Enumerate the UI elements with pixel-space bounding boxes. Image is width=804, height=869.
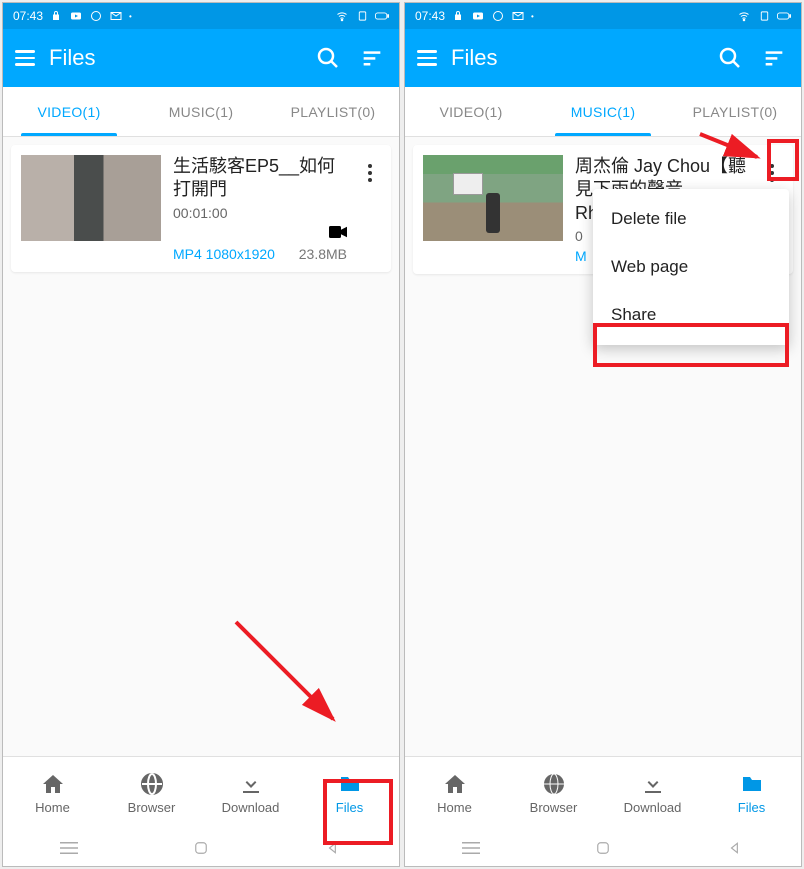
menu-share[interactable]: Share [593, 291, 789, 339]
video-thumbnail [423, 155, 563, 241]
sys-recent[interactable] [456, 840, 486, 856]
menu-icon[interactable] [417, 50, 437, 66]
nav-browser[interactable]: Browser [102, 757, 201, 830]
download-icon [641, 772, 665, 796]
tab-playlist[interactable]: PLAYLIST(0) [669, 87, 801, 136]
nav-files-label: Files [738, 800, 765, 815]
nav-home[interactable]: Home [405, 757, 504, 830]
nav-download-label: Download [624, 800, 682, 815]
status-dot: • [531, 12, 534, 21]
wifi-icon [335, 9, 349, 23]
sys-home[interactable] [588, 840, 618, 856]
download-icon [239, 772, 263, 796]
file-title: 生活駭客EP5__如何打開門 [173, 155, 347, 202]
tab-video[interactable]: VIDEO(1) [3, 87, 135, 136]
phone-left: 07:43 • [2, 2, 400, 867]
tabs: VIDEO(1) MUSIC(1) PLAYLIST(0) [405, 87, 801, 137]
sort-icon[interactable] [759, 43, 789, 73]
camera-icon [329, 225, 347, 242]
content-area: 周杰倫 Jay Chou【聽見下雨的聲音 Rhythm of… 0 M Dele… [405, 137, 801, 756]
bottom-nav: Home Browser Download Files [3, 756, 399, 830]
app-header: Files [405, 29, 801, 87]
nav-download-label: Download [222, 800, 280, 815]
tab-music[interactable]: MUSIC(1) [135, 87, 267, 136]
annotation-arrow [231, 617, 351, 737]
nav-files[interactable]: Files [300, 757, 399, 830]
home-icon [443, 772, 467, 796]
tab-video[interactable]: VIDEO(1) [405, 87, 537, 136]
tabs: VIDEO(1) MUSIC(1) PLAYLIST(0) [3, 87, 399, 137]
search-icon[interactable] [313, 43, 343, 73]
home-icon [41, 772, 65, 796]
video-thumbnail [21, 155, 161, 241]
nav-home[interactable]: Home [3, 757, 102, 830]
file-info: 生活駭客EP5__如何打開門 00:01:00 MP4 1080x1920 23… [173, 155, 347, 262]
app-header: Files [3, 29, 399, 87]
battery-icon [375, 9, 389, 23]
battery-icon [777, 9, 791, 23]
sys-back[interactable] [720, 840, 750, 856]
sort-icon[interactable] [357, 43, 387, 73]
tab-playlist[interactable]: PLAYLIST(0) [267, 87, 399, 136]
phone-right: 07:43 • Files VIDEO(1) MUSIC(1) PLAYLIST… [404, 2, 802, 867]
nav-download[interactable]: Download [603, 757, 702, 830]
wifi-icon [737, 9, 751, 23]
mail-icon [511, 9, 525, 23]
tab-music[interactable]: MUSIC(1) [537, 87, 669, 136]
file-format: MP4 1080x1920 [173, 246, 275, 262]
lock-icon [49, 9, 63, 23]
system-nav-bar [3, 830, 399, 866]
menu-web-page[interactable]: Web page [593, 243, 789, 291]
file-duration: 00:01:00 [173, 205, 347, 221]
menu-delete[interactable]: Delete file [593, 195, 789, 243]
folder-icon [740, 772, 764, 796]
sys-recent[interactable] [54, 840, 84, 856]
lock-icon [451, 9, 465, 23]
mail-icon [109, 9, 123, 23]
sys-home[interactable] [186, 840, 216, 856]
sim-icon [757, 9, 771, 23]
header-title: Files [451, 45, 701, 71]
system-nav-bar [405, 830, 801, 866]
menu-icon[interactable] [15, 50, 35, 66]
file-size: 23.8MB [299, 246, 347, 262]
nav-browser-label: Browser [128, 800, 176, 815]
nav-browser[interactable]: Browser [504, 757, 603, 830]
file-item[interactable]: 生活駭客EP5__如何打開門 00:01:00 MP4 1080x1920 23… [11, 145, 391, 272]
content-area: 生活駭客EP5__如何打開門 00:01:00 MP4 1080x1920 23… [3, 137, 399, 756]
nav-home-label: Home [437, 800, 472, 815]
item-more-button[interactable] [359, 155, 381, 191]
status-bar: 07:43 • [3, 3, 399, 29]
context-menu: Delete file Web page Share [593, 189, 789, 345]
file-format: M [575, 248, 587, 264]
globe-icon [140, 772, 164, 796]
globe-icon [542, 772, 566, 796]
nav-browser-label: Browser [530, 800, 578, 815]
status-dot: • [129, 12, 132, 21]
nav-home-label: Home [35, 800, 70, 815]
status-time: 07:43 [415, 9, 445, 23]
app-icon [89, 9, 103, 23]
item-more-button[interactable] [761, 155, 783, 191]
search-icon[interactable] [715, 43, 745, 73]
youtube-icon [471, 9, 485, 23]
folder-icon [338, 772, 362, 796]
bottom-nav: Home Browser Download Files [405, 756, 801, 830]
youtube-icon [69, 9, 83, 23]
status-bar: 07:43 • [405, 3, 801, 29]
header-title: Files [49, 45, 299, 71]
nav-files[interactable]: Files [702, 757, 801, 830]
status-time: 07:43 [13, 9, 43, 23]
nav-download[interactable]: Download [201, 757, 300, 830]
app-icon [491, 9, 505, 23]
nav-files-label: Files [336, 800, 363, 815]
sys-back[interactable] [318, 840, 348, 856]
sim-icon [355, 9, 369, 23]
